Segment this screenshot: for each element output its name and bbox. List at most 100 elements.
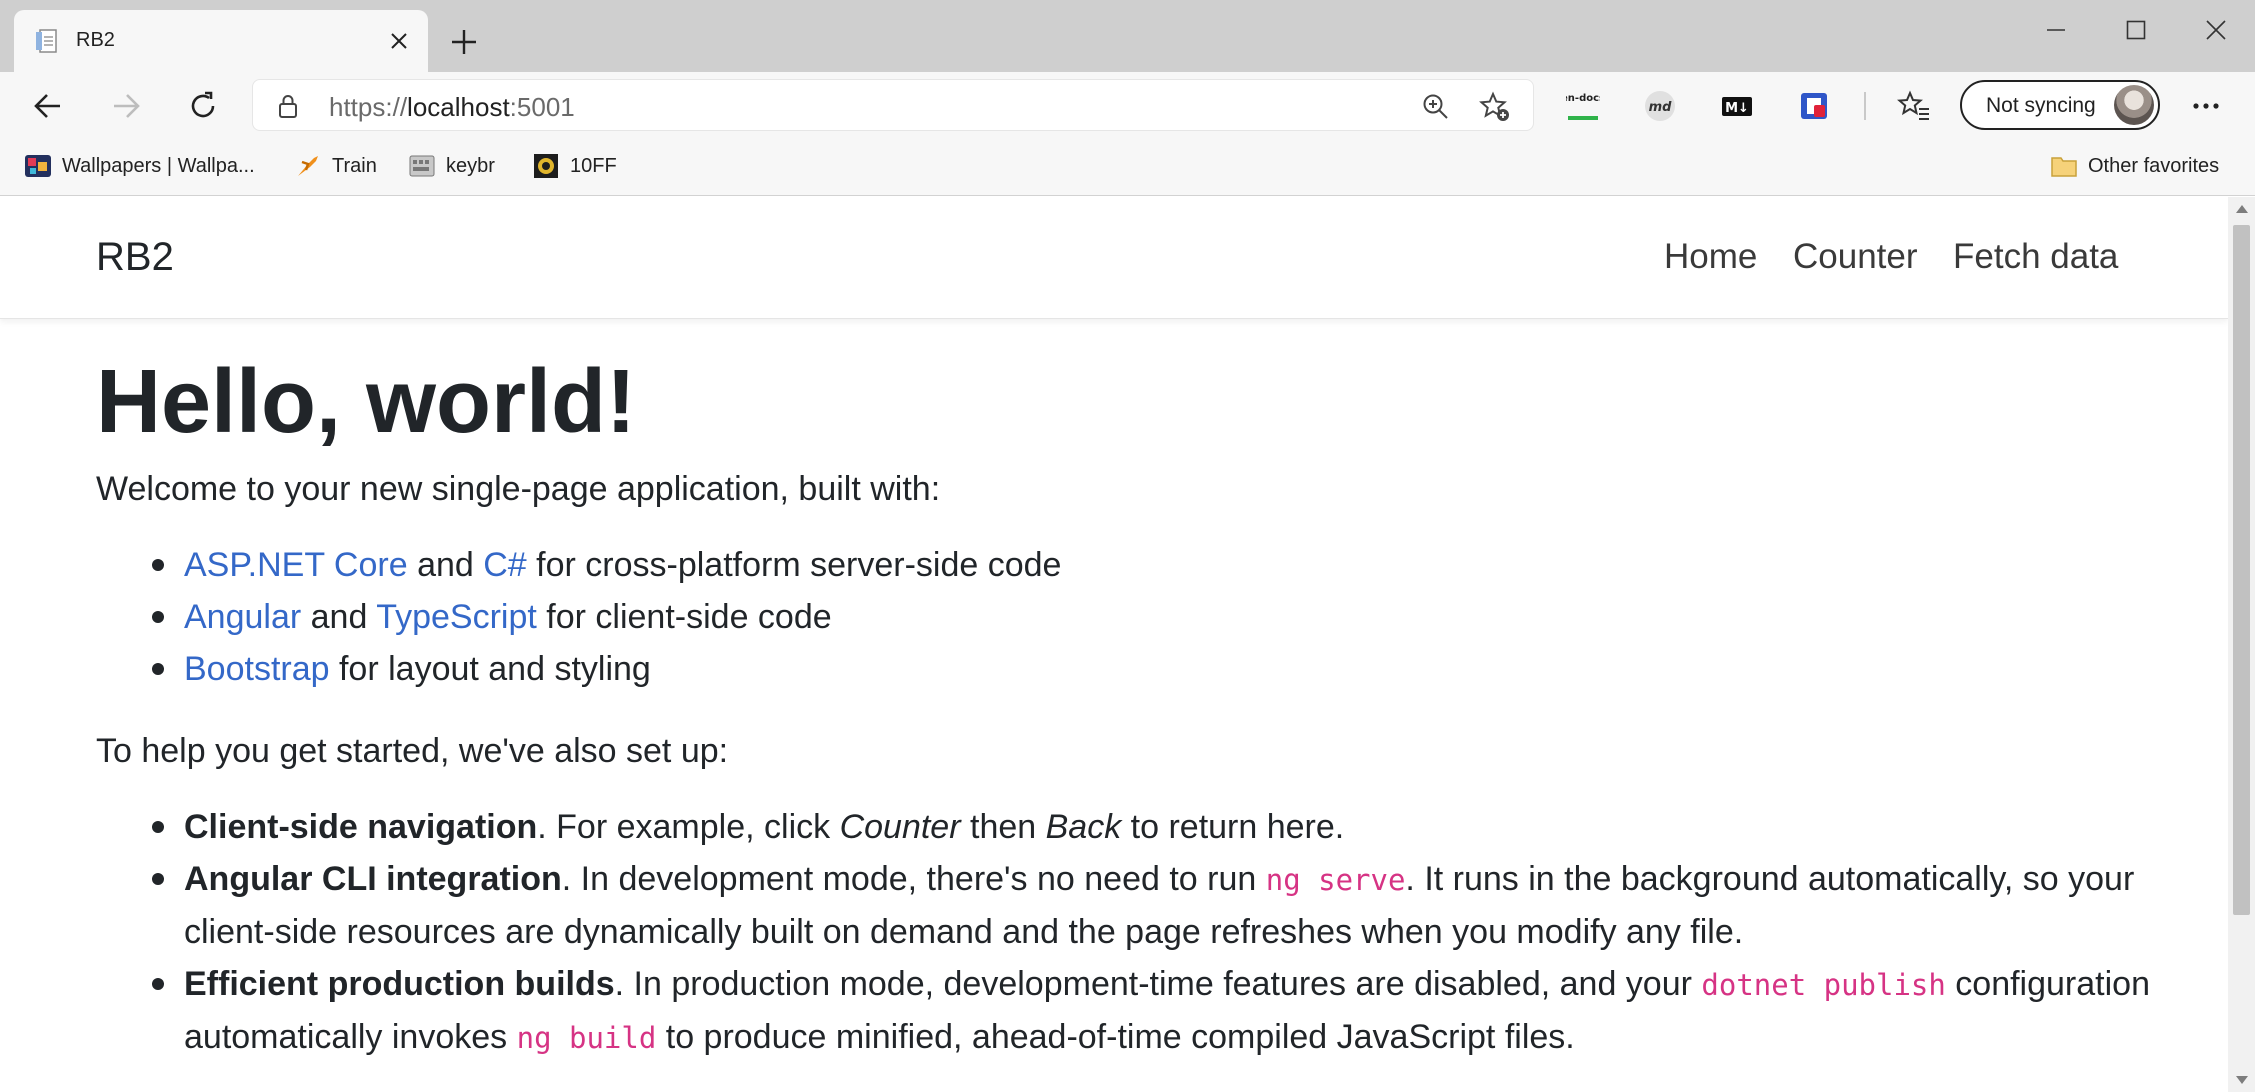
arrow-left-icon	[34, 94, 60, 118]
train-icon	[298, 156, 318, 176]
favorites-button[interactable]	[1897, 89, 1931, 123]
close-icon	[391, 33, 407, 49]
csharp-link[interactable]: C#	[483, 546, 526, 584]
list-item: Bootstrap for layout and styling	[96, 643, 2176, 695]
setup-title: Client-side navigation	[184, 808, 538, 846]
extension-markdown[interactable]: M↓	[1720, 89, 1754, 123]
wallpapers-icon	[25, 155, 51, 177]
en-docs-icon: en-docs	[1566, 93, 1600, 120]
toolbar-separator	[1864, 92, 1866, 120]
browser-toolbar: https://localhost:5001 en-docs md M↓	[0, 72, 2255, 138]
nav-fetch-data[interactable]: Fetch data	[1953, 237, 2118, 277]
back-button[interactable]	[30, 88, 66, 124]
tab-strip: RB2	[0, 0, 2255, 72]
favorite-10ff[interactable]: 10FF	[532, 150, 617, 182]
list-item: Client-side navigation. For example, cli…	[96, 801, 2176, 853]
list-item: Angular and TypeScript for client-side c…	[96, 591, 2176, 643]
angular-link[interactable]: Angular	[184, 598, 301, 636]
add-favorite-icon[interactable]	[1479, 91, 1511, 123]
page-icon	[36, 29, 57, 53]
emphasis: Counter	[839, 808, 961, 846]
en-docs-text: en-docs	[1566, 93, 1600, 104]
minimize-button[interactable]	[2026, 10, 2086, 50]
extension-icon	[1801, 93, 1827, 119]
page-viewport: RB2 Home Counter Fetch data Hello, world…	[0, 197, 2228, 1092]
url-host: localhost	[407, 92, 510, 122]
favorite-label: 10FF	[570, 154, 617, 177]
nav-counter[interactable]: Counter	[1793, 237, 1918, 277]
setup-title: Angular CLI integration	[184, 860, 562, 898]
markdown-icon: M↓	[1722, 97, 1752, 116]
list-text: . For example, click	[537, 808, 840, 846]
extension-md[interactable]: md	[1643, 89, 1677, 123]
list-text: to return here.	[1121, 808, 1345, 846]
minimize-icon	[2047, 29, 2065, 31]
extension-blue[interactable]	[1797, 89, 1831, 123]
forward-button[interactable]	[108, 88, 144, 124]
close-icon	[2206, 20, 2226, 40]
favorites-list-icon	[1897, 90, 1929, 120]
app-brand[interactable]: RB2	[96, 235, 174, 280]
favorite-train[interactable]: Train	[294, 150, 377, 182]
favorite-wallpapers[interactable]: Wallpapers | Wallpa...	[24, 150, 255, 182]
setup-list: Client-side navigation. For example, cli…	[96, 801, 2176, 1064]
setup-title: Efficient production builds	[184, 965, 615, 1003]
built-with-list: ASP.NET Core and C# for cross-platform s…	[96, 539, 2176, 695]
arrow-right-icon	[114, 94, 140, 118]
10ff-icon	[534, 154, 558, 178]
scroll-thumb[interactable]	[2233, 225, 2250, 915]
other-favorites-label: Other favorites	[2088, 154, 2220, 177]
list-item: Angular CLI integration. In development …	[96, 853, 2176, 958]
setup-intro-text: To help you get started, we've also set …	[96, 732, 729, 770]
tab-title: RB2	[76, 29, 115, 51]
md-text: md	[1649, 100, 1673, 115]
intro-text: Welcome to your new single-page applicat…	[96, 470, 941, 508]
address-bar[interactable]: https://localhost:5001	[252, 79, 1534, 131]
url-text[interactable]: https://localhost:5001	[329, 92, 575, 123]
browser-tab[interactable]: RB2	[14, 10, 428, 72]
maximize-button[interactable]	[2106, 10, 2166, 50]
nav-home[interactable]: Home	[1664, 237, 1757, 277]
page-title: Hello, world!	[96, 352, 636, 452]
sync-label: Not syncing	[1986, 94, 2096, 117]
keybr-icon	[409, 155, 435, 177]
zoom-icon[interactable]	[1421, 92, 1449, 120]
list-text: for cross-platform server-side code	[526, 546, 1062, 584]
code-snippet: ng build	[516, 1021, 657, 1055]
folder-icon	[2051, 157, 2077, 177]
plus-icon	[452, 30, 476, 54]
list-item: Efficient production builds. In producti…	[96, 958, 2176, 1064]
list-text: and	[301, 598, 377, 636]
list-text: . In production mode, development-time f…	[614, 965, 1702, 1003]
scroll-down-arrow-icon[interactable]	[2236, 1076, 2248, 1084]
lock-icon[interactable]	[275, 93, 301, 119]
list-text: to produce minified, ahead-of-time compi…	[656, 1018, 1575, 1056]
refresh-button[interactable]	[185, 88, 221, 124]
markdown-text: M↓	[1725, 101, 1749, 116]
list-text: and	[407, 546, 484, 584]
scroll-up-arrow-icon[interactable]	[2236, 205, 2248, 213]
list-text: for layout and styling	[329, 650, 651, 688]
url-scheme: https://	[329, 92, 408, 122]
close-window-button[interactable]	[2186, 10, 2246, 50]
url-port: :5001	[509, 92, 575, 122]
list-item: ASP.NET Core and C# for cross-platform s…	[96, 539, 2176, 591]
list-text: for client-side code	[536, 598, 832, 636]
list-text: then	[960, 808, 1046, 846]
other-favorites[interactable]: Other favorites	[2050, 150, 2219, 182]
close-tab-button[interactable]	[384, 26, 414, 56]
favorites-bar: Wallpapers | Wallpa... Train keybr 10FF …	[0, 138, 2255, 196]
settings-more-button[interactable]	[2188, 88, 2224, 124]
typescript-link[interactable]: TypeScript	[376, 598, 537, 636]
extension-en-docs[interactable]: en-docs	[1566, 89, 1600, 123]
bootstrap-link[interactable]: Bootstrap	[184, 650, 330, 688]
code-snippet: dotnet publish	[1701, 968, 1946, 1002]
profile-sync-button[interactable]: Not syncing	[1960, 80, 2160, 130]
md-icon: md	[1645, 91, 1675, 121]
app-navbar: RB2 Home Counter Fetch data	[0, 197, 2228, 319]
code-snippet: ng serve	[1265, 863, 1406, 897]
favorite-keybr[interactable]: keybr	[408, 150, 495, 182]
page-scrollbar[interactable]	[2228, 197, 2255, 1092]
new-tab-button[interactable]	[448, 26, 480, 58]
aspnet-core-link[interactable]: ASP.NET Core	[184, 546, 408, 584]
